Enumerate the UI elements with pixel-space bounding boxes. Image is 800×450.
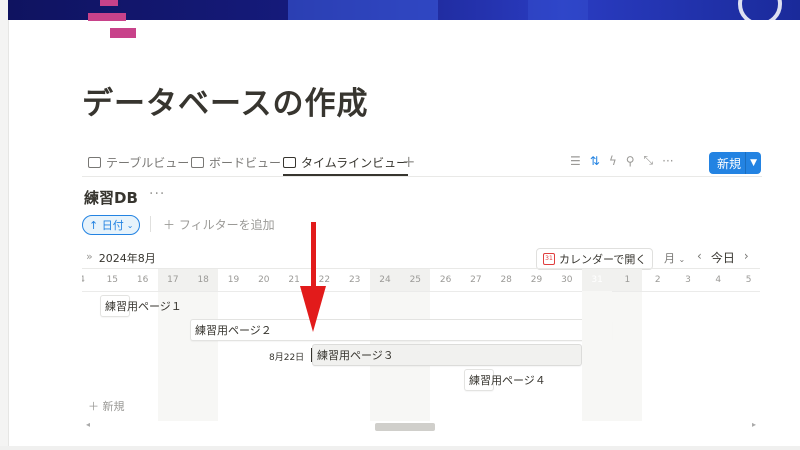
chevron-down-icon[interactable]: ▼ <box>745 152 761 174</box>
today-button[interactable]: 今日 <box>711 249 735 266</box>
table-icon <box>88 156 101 168</box>
cover-block <box>528 0 588 20</box>
open-calendar-label: カレンダーで開く <box>559 253 647 266</box>
timeline-icon <box>283 156 296 168</box>
timeline-item[interactable]: 練習用ページ４ <box>464 369 546 391</box>
add-filter-button[interactable]: ＋ フィルターを追加 <box>163 216 275 233</box>
day-label-today: 31 <box>582 269 613 291</box>
day-label: 30 <box>561 275 573 285</box>
horizontal-scrollbar[interactable]: ◂ ▸ <box>82 420 760 432</box>
add-view-button[interactable]: + <box>402 152 415 171</box>
zoom-label: 月 <box>664 252 675 265</box>
day-label: 23 <box>348 275 361 285</box>
scroll-left-icon[interactable]: ◂ <box>86 420 90 429</box>
tab-timeline-view[interactable]: タイムラインビュー <box>283 150 409 176</box>
board-icon <box>191 156 204 168</box>
day-label: 2 <box>654 275 661 285</box>
tab-label: タイムラインビュー <box>301 155 409 170</box>
day-label: 19 <box>227 275 240 285</box>
tab-board-view[interactable]: ボードビュー <box>191 150 281 174</box>
window-bottom-edge <box>0 446 800 450</box>
day-label: 25 <box>400 269 431 291</box>
day-label: 16 <box>136 275 149 285</box>
calendar-icon: 31 <box>543 253 555 265</box>
day-column: 31 <box>582 269 613 421</box>
prev-button[interactable]: ‹ <box>697 249 702 266</box>
day-label: 18 <box>188 269 219 291</box>
timeline-header: » 2024年8月 <box>86 250 156 266</box>
day-label: 24 <box>370 269 400 291</box>
next-button[interactable]: › <box>744 249 749 266</box>
automation-icon[interactable]: ϟ <box>609 154 617 168</box>
new-button-label: 新規 <box>717 156 742 171</box>
day-label: 4 <box>715 275 722 285</box>
left-edge <box>0 0 9 450</box>
day-label: 15 <box>106 275 119 285</box>
scrollbar-thumb[interactable] <box>375 423 435 431</box>
timeline-grid[interactable]: 5432131302928272625242322212019181716154… <box>82 268 760 421</box>
day-label: 3 <box>685 275 691 285</box>
annotation-arrow-head <box>300 286 326 332</box>
timeline-item[interactable]: 練習用ページ１ <box>100 295 182 317</box>
add-new-row-button[interactable]: ＋ 新規 <box>88 398 125 414</box>
chevron-down-icon: ⌄ <box>126 220 134 230</box>
view-toolbar: ☰ ⇅ ϟ ⚲ ⤡ ··· <box>570 153 674 168</box>
day-label: 1 <box>612 269 643 291</box>
day-label: 27 <box>470 275 482 285</box>
database-title[interactable]: 練習DB <box>84 187 138 208</box>
tab-label: テーブルビュー <box>106 155 190 170</box>
item-label: 練習用ページ１ <box>105 300 182 313</box>
divider <box>82 291 760 292</box>
more-icon[interactable]: ··· <box>662 154 673 168</box>
day-label: 20 <box>258 275 270 285</box>
scroll-right-icon[interactable]: ▸ <box>752 420 756 429</box>
annotation-arrow <box>311 222 316 288</box>
filter-icon[interactable]: ☰ <box>570 154 581 168</box>
item-label: 練習用ページ４ <box>469 374 546 387</box>
month-label: 2024年8月 <box>98 252 156 265</box>
expand-icon[interactable]: ⤡ <box>644 153 654 168</box>
tab-table-view[interactable]: テーブルビュー <box>88 150 189 174</box>
page-icon[interactable] <box>88 0 140 42</box>
day-label: 17 <box>157 269 188 291</box>
sort-icon[interactable]: ⇅ <box>590 154 600 168</box>
item-date-label: 8月22日 <box>269 353 305 363</box>
item-label: 練習用ページ２ <box>195 324 272 337</box>
divider <box>150 216 151 232</box>
database-more-button[interactable]: ··· <box>149 186 165 202</box>
sort-chip[interactable]: ↑ 日付 ⌄ <box>82 215 141 235</box>
page-title[interactable]: データベースの作成 <box>82 78 368 123</box>
day-label: 5 <box>745 275 752 285</box>
search-icon[interactable]: ⚲ <box>626 154 635 168</box>
item-label: 練習用ページ３ <box>317 349 394 362</box>
day-label: 29 <box>530 275 543 285</box>
chevron-down-icon: ⌄ <box>678 255 686 264</box>
zoom-select[interactable]: 月 ⌄ <box>664 250 685 266</box>
day-label: 4 <box>82 269 97 291</box>
day-label: 26 <box>439 275 452 285</box>
cover-logo <box>738 0 782 20</box>
tab-label: ボードビュー <box>209 155 282 170</box>
collapse-table-button[interactable]: » <box>86 250 93 266</box>
sort-label: ↑ 日付 <box>89 219 124 232</box>
day-label: 28 <box>500 275 512 285</box>
timeline-nav: ‹ 今日 › <box>697 249 749 266</box>
open-calendar-button[interactable]: 31 カレンダーで開く <box>536 248 654 270</box>
new-button[interactable]: 新規 ▼ <box>709 152 761 174</box>
timeline-item-selected[interactable]: 練習用ページ３ <box>312 344 582 366</box>
timeline-item[interactable]: 練習用ページ２ <box>190 319 612 341</box>
cover-block <box>288 0 438 20</box>
